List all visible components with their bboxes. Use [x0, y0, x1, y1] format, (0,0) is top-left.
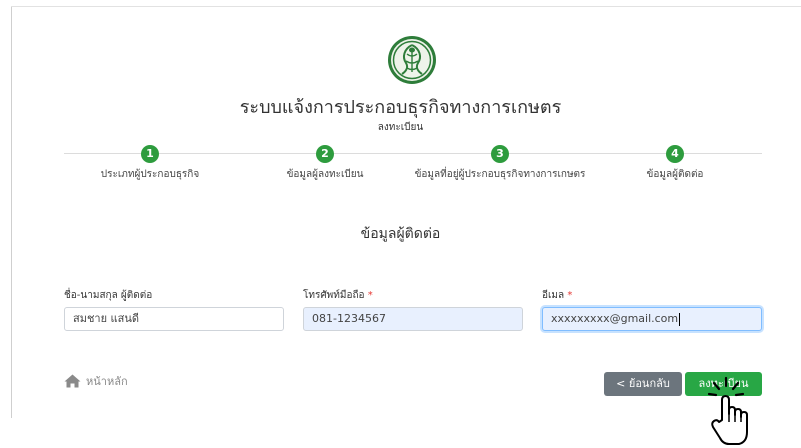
step-2-circle: 2: [316, 145, 334, 163]
mobile-phone-value: 081-1234567: [312, 312, 386, 325]
home-link-label: หน้าหลัก: [86, 375, 128, 388]
step-3-label: ข้อมูลที่อยู่ผู้ประกอบธุรกิจทางการเกษตร: [414, 169, 586, 180]
mobile-phone-label: โทรศัพท์มือถือ *: [303, 288, 373, 303]
back-button[interactable]: < ย้อนกลับ: [604, 372, 682, 396]
contact-name-value: สมชาย แสนดี: [73, 312, 140, 325]
required-mark: *: [567, 290, 573, 301]
section-title: ข้อมูลผู้ติดต่อ: [360, 226, 441, 242]
step-1-circle: 1: [141, 145, 159, 163]
mobile-phone-input[interactable]: 081-1234567: [303, 307, 523, 331]
email-label-text: อีเมล: [542, 290, 565, 301]
step-4-label: ข้อมูลผู้ติดต่อ: [646, 169, 704, 180]
contact-name-label: ชื่อ-นามสกุล ผู้ติดต่อ: [64, 288, 152, 303]
step-4-circle: 4: [666, 145, 684, 163]
page-frame-left: [11, 6, 12, 418]
email-label: อีเมล *: [542, 288, 572, 303]
home-link[interactable]: หน้าหลัก: [64, 372, 128, 390]
required-mark: *: [367, 290, 373, 301]
home-icon: [64, 374, 81, 388]
contact-name-label-text: ชื่อ-นามสกุล ผู้ติดต่อ: [64, 290, 153, 301]
contact-name-input[interactable]: สมชาย แสนดี: [64, 307, 284, 331]
mobile-phone-label-text: โทรศัพท์มือถือ: [303, 290, 365, 301]
hand-pointer-cursor-icon: [707, 376, 748, 445]
stepper-line: [64, 153, 762, 154]
email-value: xxxxxxxxx@gmail.com: [551, 312, 679, 325]
text-caret: [679, 312, 681, 326]
page-title: ระบบแจ้งการประกอบธุรกิจทางการเกษตร: [239, 97, 562, 118]
email-input[interactable]: xxxxxxxxx@gmail.com: [542, 307, 762, 331]
page-subtitle: ลงทะเบียน: [377, 122, 424, 133]
page-frame-top: [11, 6, 801, 7]
step-2-label: ข้อมูลผู้ลงทะเบียน: [286, 169, 364, 180]
step-1-label: ประเภทผู้ประกอบธุรกิจ: [100, 169, 200, 180]
ministry-logo-icon: [387, 34, 437, 86]
step-3-circle: 3: [491, 145, 509, 163]
